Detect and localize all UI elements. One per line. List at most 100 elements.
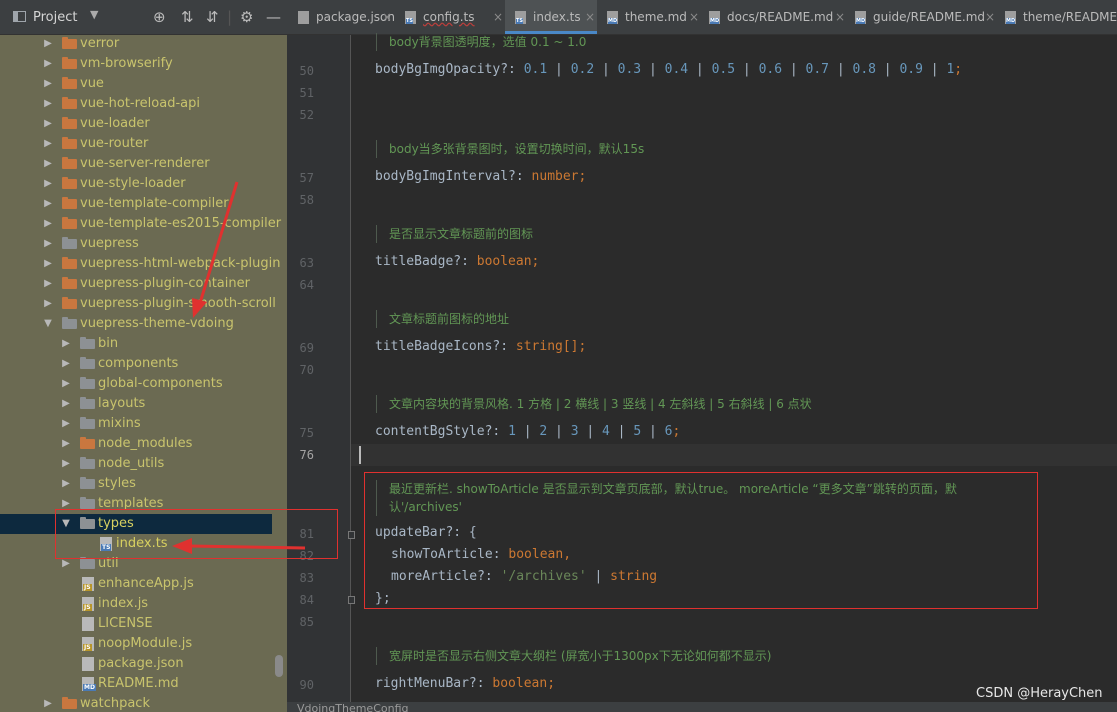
tree-folder[interactable]: ▶ vuepress-html-webpack-plugin — [0, 254, 287, 274]
tree-folder[interactable]: ▼ vuepress-theme-vdoing — [0, 314, 287, 334]
tab-index-ts[interactable]: TS index.ts × — [505, 0, 597, 34]
chevron-right-icon[interactable]: ▶ — [61, 434, 71, 454]
chevron-right-icon[interactable]: ▶ — [61, 414, 71, 434]
tree-item-label: bin — [98, 336, 119, 351]
file-icon: MD — [82, 677, 96, 691]
chevron-down-icon[interactable]: ▼ — [90, 8, 98, 21]
tree-folder[interactable]: ▶ vue-hot-reload-api — [0, 94, 287, 114]
collapse-all-icon[interactable]: ⇵ — [206, 8, 219, 26]
chevron-right-icon[interactable]: ▶ — [43, 54, 53, 74]
tab-package-json[interactable]: package.json × — [287, 0, 395, 34]
tree-folder[interactable]: ▶ watchpack — [0, 694, 287, 712]
tree-item-label: vuepress — [80, 236, 139, 251]
project-title[interactable]: Project — [33, 10, 77, 25]
chevron-right-icon[interactable]: ▶ — [43, 94, 53, 114]
code-line-57[interactable]: bodyBgImgInterval?: number; — [375, 169, 586, 184]
chevron-right-icon[interactable]: ▶ — [43, 214, 53, 234]
gutter-divider — [350, 35, 351, 712]
expand-all-icon[interactable]: ⇅ — [181, 8, 194, 26]
chevron-right-icon[interactable]: ▶ — [43, 274, 53, 294]
chevron-down-icon[interactable]: ▼ — [43, 314, 53, 334]
close-icon[interactable]: × — [585, 0, 595, 34]
close-icon[interactable]: × — [493, 0, 503, 34]
tab-docs-readme[interactable]: MD docs/README.md × — [709, 0, 849, 34]
tab-theme-readme[interactable]: MD theme/README.md — [1005, 0, 1117, 34]
tree-folder[interactable]: ▶ vue-template-compiler — [0, 194, 287, 214]
chevron-right-icon[interactable]: ▶ — [61, 334, 71, 354]
chevron-right-icon[interactable]: ▶ — [43, 34, 53, 54]
fold-toggle[interactable] — [348, 596, 355, 604]
tree-folder[interactable]: ▶ global-components — [0, 374, 287, 394]
chevron-right-icon[interactable]: ▶ — [43, 114, 53, 134]
folder-icon — [80, 437, 95, 449]
tab-theme-md[interactable]: MD theme.md × — [607, 0, 703, 34]
tree-folder[interactable]: ▶ vue-template-es2015-compiler — [0, 214, 287, 234]
close-icon[interactable]: × — [689, 0, 699, 34]
ts-file-icon: TS — [515, 11, 526, 24]
tree-item-label: README.md — [98, 676, 179, 691]
folder-icon — [62, 217, 77, 229]
chevron-right-icon[interactable]: ▶ — [43, 194, 53, 214]
tree-folder[interactable]: ▶ vue — [0, 74, 287, 94]
tree-file[interactable]: MD README.md — [0, 674, 287, 694]
chevron-right-icon[interactable]: ▶ — [61, 394, 71, 414]
tree-item-label: vue-style-loader — [80, 176, 186, 191]
tree-file[interactable]: package.json — [0, 654, 287, 674]
tree-folder[interactable]: ▶ vue-server-renderer — [0, 154, 287, 174]
tree-file[interactable]: JS enhanceApp.js — [0, 574, 287, 594]
tree-folder[interactable]: ▶ vue-router — [0, 134, 287, 154]
tree-file[interactable]: JS noopModule.js — [0, 634, 287, 654]
code-line-90[interactable]: rightMenuBar?: boolean; — [375, 676, 555, 691]
tree-scrollbar[interactable] — [275, 655, 283, 677]
close-icon[interactable]: × — [382, 0, 392, 34]
tree-file[interactable]: JS index.js — [0, 594, 287, 614]
code-line-75[interactable]: contentBgStyle?: 1 | 2 | 3 | 4 | 5 | 6; — [375, 424, 680, 439]
tree-folder[interactable]: ▶ layouts — [0, 394, 287, 414]
chevron-right-icon[interactable]: ▶ — [43, 74, 53, 94]
crosshair-icon[interactable]: ⊕ — [153, 8, 166, 26]
tree-item-label: node_utils — [98, 456, 165, 471]
tree-folder[interactable]: ▶ node_modules — [0, 434, 287, 454]
chevron-right-icon[interactable]: ▶ — [43, 694, 53, 712]
tree-item-label: vue — [80, 76, 104, 91]
code-line-69[interactable]: titleBadgeIcons?: string[]; — [375, 339, 586, 354]
tree-folder[interactable]: ▶ vuepress-plugin-container — [0, 274, 287, 294]
tree-folder[interactable]: ▶ vuepress — [0, 234, 287, 254]
chevron-right-icon[interactable]: ▶ — [61, 474, 71, 494]
gear-icon[interactable]: ⚙ — [240, 8, 253, 26]
chevron-right-icon[interactable]: ▶ — [43, 234, 53, 254]
tab-guide-readme[interactable]: MD guide/README.md × — [855, 0, 1000, 34]
chevron-right-icon[interactable]: ▶ — [43, 174, 53, 194]
close-icon[interactable]: × — [985, 0, 995, 34]
chevron-right-icon[interactable]: ▶ — [43, 154, 53, 174]
chevron-right-icon[interactable]: ▶ — [43, 134, 53, 154]
tree-folder[interactable]: ▶ node_utils — [0, 454, 287, 474]
close-icon[interactable]: × — [835, 0, 845, 34]
tree-folder[interactable]: ▶ vue-loader — [0, 114, 287, 134]
tree-file[interactable]: LICENSE — [0, 614, 287, 634]
code-line-63[interactable]: titleBadge?: boolean; — [375, 254, 539, 269]
tree-folder[interactable]: ▶ bin — [0, 334, 287, 354]
line-number: 58 — [299, 193, 314, 207]
tree-folder[interactable]: ▶ components — [0, 354, 287, 374]
chevron-right-icon[interactable]: ▶ — [61, 454, 71, 474]
code-line-50[interactable]: bodyBgImgOpacity?: 0.1 | 0.2 | 0.3 | 0.4… — [375, 62, 962, 77]
tree-folder[interactable]: ▶ vm-browserify — [0, 54, 287, 74]
tree-folder[interactable]: ▶ verror — [0, 34, 287, 54]
chevron-right-icon[interactable]: ▶ — [61, 354, 71, 374]
chevron-right-icon[interactable]: ▶ — [43, 254, 53, 274]
folder-icon — [62, 97, 77, 109]
tree-folder[interactable]: ▶ vuepress-plugin-smooth-scroll — [0, 294, 287, 314]
chevron-right-icon[interactable]: ▶ — [61, 374, 71, 394]
line-number: 63 — [299, 256, 314, 270]
tree-folder[interactable]: ▶ styles — [0, 474, 287, 494]
tree-folder[interactable]: ▶ mixins — [0, 414, 287, 434]
tab-config-ts[interactable]: TS config.ts × — [405, 0, 505, 34]
annotation-box-types — [55, 509, 338, 559]
tree-folder[interactable]: ▶ vue-style-loader — [0, 174, 287, 194]
editor-tabs: package.json × TS config.ts × TS index.t… — [287, 0, 1117, 35]
md-file-icon: MD — [607, 11, 618, 24]
chevron-right-icon[interactable]: ▶ — [43, 294, 53, 314]
minimize-icon[interactable]: — — [266, 8, 281, 26]
fold-toggle[interactable] — [348, 531, 355, 539]
